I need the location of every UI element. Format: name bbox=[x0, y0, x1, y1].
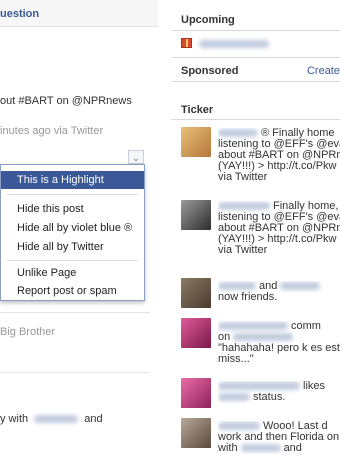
upcoming-event-blurred[interactable] bbox=[199, 40, 269, 48]
news-feed-column: uestion out #BART on @NPRnews inutes ago… bbox=[0, 0, 158, 460]
blurred-name bbox=[218, 129, 258, 138]
blurred-name bbox=[218, 422, 260, 431]
menu-item-highlight[interactable]: This is a Highlight bbox=[1, 171, 144, 189]
section-divider bbox=[171, 81, 340, 82]
ticker-avatar[interactable] bbox=[181, 127, 211, 157]
blurred-name bbox=[233, 333, 294, 342]
menu-divider bbox=[7, 194, 138, 195]
menu-item-hide-all-twitter[interactable]: Hide all by Twitter bbox=[1, 238, 144, 256]
question-tab-link[interactable]: uestion bbox=[0, 8, 39, 20]
blurred-name bbox=[218, 202, 270, 211]
right-sidebar: Upcoming Sponsored Create Ticker ® Final… bbox=[171, 0, 340, 460]
ticker-story[interactable]: comm on "hahahaha! pero k es estol miss.… bbox=[218, 321, 340, 365]
post-options-chevron-icon[interactable]: ⌄ bbox=[128, 150, 144, 164]
menu-divider bbox=[7, 260, 138, 261]
blurred-name bbox=[240, 444, 281, 453]
section-divider bbox=[171, 119, 340, 120]
upcoming-title: Upcoming bbox=[181, 14, 235, 26]
ticker-story[interactable]: Wooo! Last d work and then Florida on wi… bbox=[218, 421, 340, 454]
menu-item-hide-post[interactable]: Hide this post bbox=[1, 200, 144, 218]
blurred-name bbox=[218, 393, 250, 402]
menu-item-hide-all-violet-blue[interactable]: Hide all by violet blue ® bbox=[1, 219, 144, 237]
gift-icon bbox=[181, 38, 192, 48]
blurred-name bbox=[218, 382, 300, 391]
blurred-name bbox=[280, 282, 321, 291]
sponsored-title: Sponsored bbox=[181, 65, 239, 77]
post-options-menu: This is a Highlight Hide this post Hide … bbox=[0, 164, 145, 301]
feed-divider bbox=[0, 312, 150, 313]
post-meta: inutes ago via Twitter bbox=[0, 125, 104, 137]
ticker-avatar[interactable] bbox=[181, 318, 211, 348]
feed-divider bbox=[0, 372, 150, 373]
feed-story-text: y with and bbox=[0, 413, 103, 425]
create-ad-link[interactable]: Create bbox=[307, 65, 340, 77]
ticker-story[interactable]: likes status. bbox=[218, 381, 340, 403]
ticker-story[interactable]: Finally home, listening to @EFF's @evaci… bbox=[218, 201, 340, 256]
ticker-avatar[interactable] bbox=[181, 278, 211, 308]
feed-story-suffix: and bbox=[84, 413, 103, 425]
big-brother-text: Big Brother bbox=[0, 326, 56, 338]
section-divider bbox=[171, 30, 340, 31]
feed-story-prefix: y with bbox=[0, 413, 29, 425]
composer-tabs: uestion bbox=[0, 0, 158, 27]
menu-item-unlike-page[interactable]: Unlike Page bbox=[1, 264, 144, 282]
ticker-avatar[interactable] bbox=[181, 378, 211, 408]
blurred-name bbox=[218, 322, 288, 331]
section-divider bbox=[171, 57, 340, 58]
blurred-name bbox=[218, 282, 256, 291]
post-text: out #BART on @NPRnews bbox=[0, 95, 132, 107]
ticker-avatar[interactable] bbox=[181, 418, 211, 448]
ticker-avatar[interactable] bbox=[181, 200, 211, 230]
blurred-name[interactable] bbox=[34, 415, 79, 424]
ticker-story[interactable]: ® Finally home listening to @EFF's @evac… bbox=[218, 128, 340, 183]
ticker-title: Ticker bbox=[181, 104, 214, 116]
ticker-story[interactable]: and now friends. bbox=[218, 281, 340, 303]
menu-item-report-spam[interactable]: Report post or spam bbox=[1, 282, 144, 300]
